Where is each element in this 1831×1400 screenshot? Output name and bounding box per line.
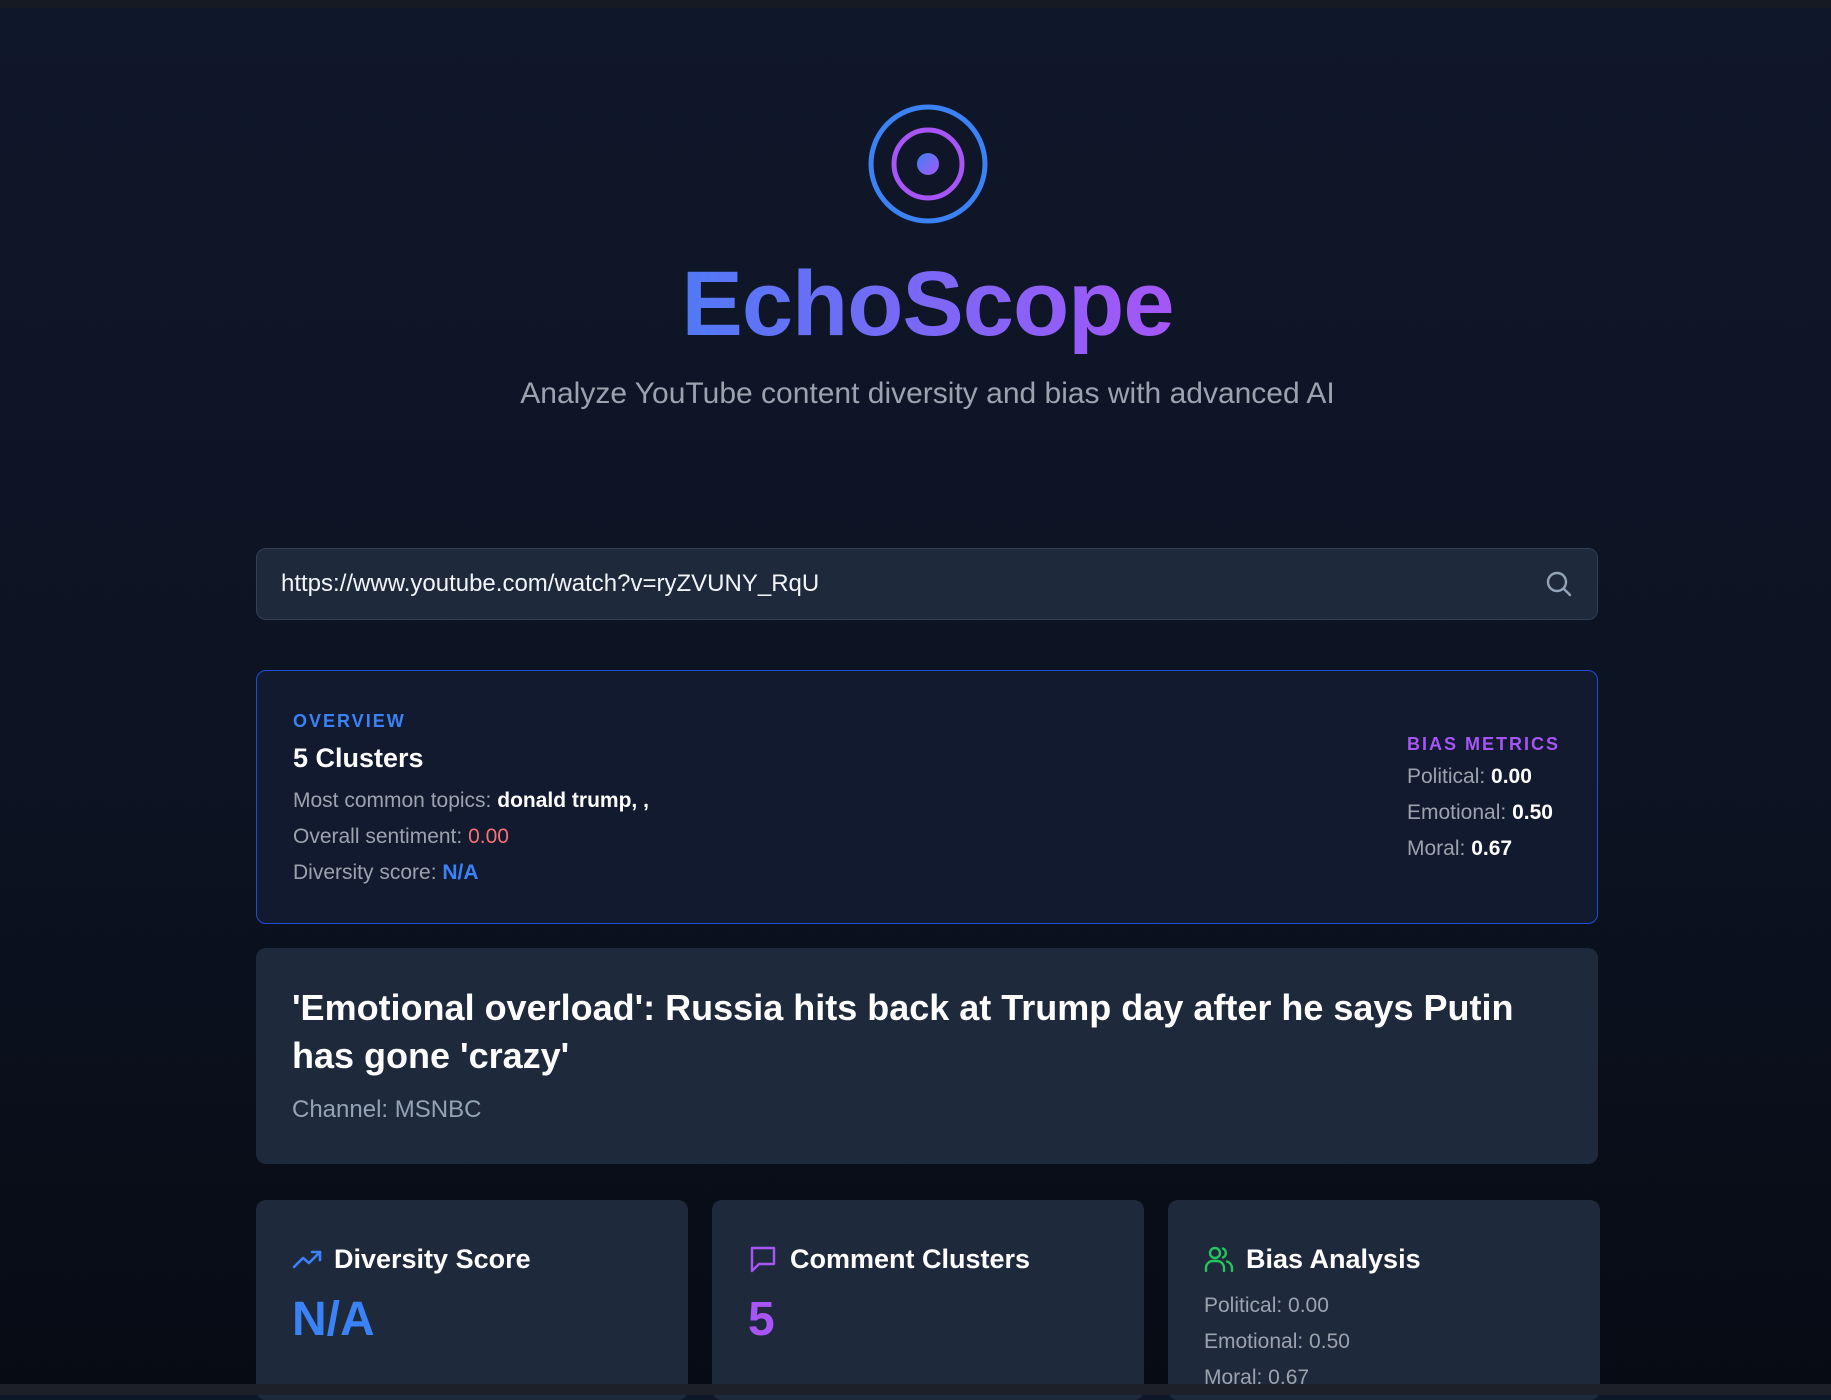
window-bottom-bar	[0, 1384, 1831, 1395]
topics-value: donald trump, ,	[497, 789, 649, 812]
bias-metrics-label: BIAS METRICS	[1407, 734, 1561, 754]
url-search-input[interactable]	[281, 549, 1511, 619]
bias-analysis-political: Political: 0.00	[1204, 1294, 1329, 1317]
bias-analysis-card-title: Bias Analysis	[1246, 1244, 1421, 1274]
bias-emotional-value: 0.50	[1512, 801, 1553, 824]
topics-label: Most common topics:	[293, 789, 492, 812]
bias-political-label: Political:	[1407, 765, 1486, 788]
search-bar	[256, 548, 1598, 620]
bias-emotional-label: Emotional:	[1407, 801, 1507, 824]
topics-line: Most common topics: donald trump, ,	[293, 789, 649, 813]
video-channel: Channel: MSNBC	[292, 1096, 482, 1123]
comment-clusters-card: Comment Clusters 5	[712, 1200, 1144, 1400]
bias-political-value: 0.00	[1491, 765, 1532, 788]
diversity-line: Diversity score: N/A	[293, 861, 479, 885]
overview-title: 5 Clusters	[293, 743, 424, 773]
comment-clusters-card-value: 5	[748, 1293, 775, 1346]
diversity-score-card: Diversity Score N/A	[256, 1200, 688, 1400]
bias-political-line: Political: 0.00	[1407, 765, 1532, 789]
diversity-value: N/A	[442, 861, 479, 884]
bias-analysis-emotional: Emotional: 0.50	[1204, 1330, 1350, 1353]
video-title: 'Emotional overload': Russia hits back a…	[292, 987, 1514, 1076]
search-icon[interactable]	[1545, 570, 1573, 598]
app-title: EchoScope	[0, 248, 1831, 360]
bias-emotional-line: Emotional: 0.50	[1407, 801, 1553, 825]
message-square-icon	[750, 1246, 776, 1273]
trending-up-icon	[292, 1250, 322, 1269]
overview-label: OVERVIEW	[293, 711, 406, 731]
users-icon	[1204, 1246, 1234, 1273]
diversity-label: Diversity score:	[293, 861, 437, 884]
app-subtitle: Analyze YouTube content diversity and bi…	[520, 377, 1335, 410]
bias-moral-label: Moral:	[1407, 837, 1466, 860]
bias-analysis-card: Bias Analysis Political: 0.00 Emotional:…	[1168, 1200, 1600, 1400]
bias-moral-value: 0.67	[1471, 837, 1513, 860]
diversity-score-card-value: N/A	[292, 1293, 375, 1346]
echoscope-logo-icon	[868, 104, 988, 224]
comment-clusters-card-title: Comment Clusters	[790, 1244, 1031, 1274]
video-info-card: 'Emotional overload': Russia hits back a…	[256, 948, 1598, 1164]
sentiment-line: Overall sentiment: 0.00	[293, 825, 509, 849]
overview-panel: OVERVIEW 5 Clusters Most common topics: …	[256, 670, 1598, 924]
bias-moral-line: Moral: 0.67	[1407, 837, 1512, 861]
diversity-score-card-title: Diversity Score	[334, 1244, 531, 1274]
window-top-bar	[0, 0, 1831, 8]
sentiment-label: Overall sentiment:	[293, 825, 463, 848]
sentiment-value: 0.00	[468, 825, 509, 848]
